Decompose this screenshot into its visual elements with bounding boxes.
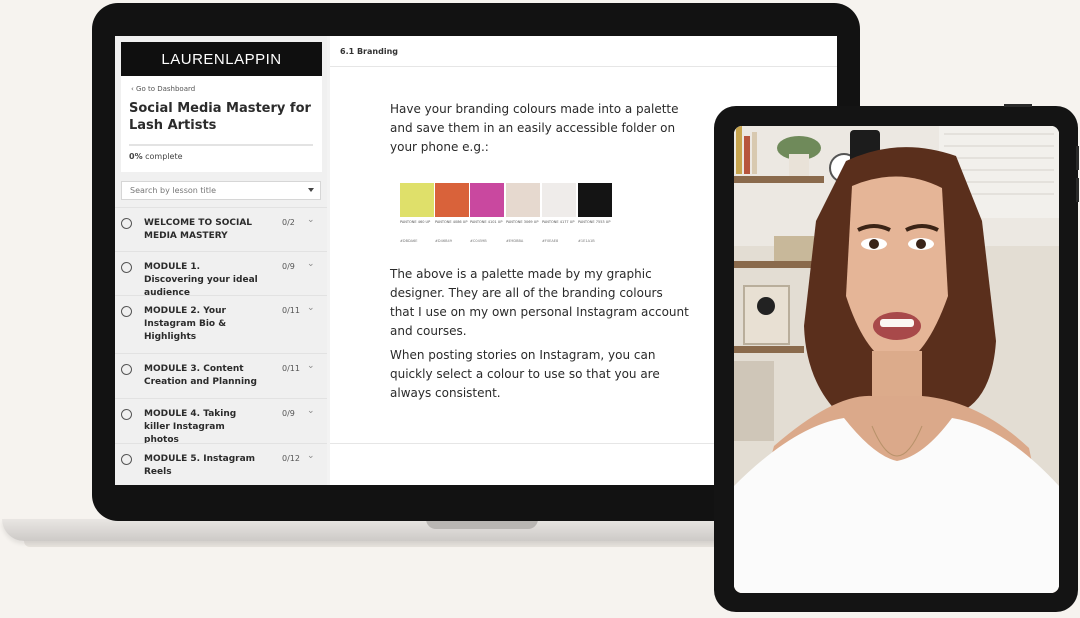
status-circle-icon xyxy=(121,306,132,317)
status-circle-icon xyxy=(121,262,132,273)
lesson-breadcrumb: 6.1 Branding xyxy=(340,47,398,56)
swatch-label: PANTONE 4101 UP xyxy=(470,220,503,224)
swatch-hex: #E9DBBA xyxy=(506,239,524,243)
swatch-hex: #D46B49 xyxy=(435,239,452,243)
progress-percent: 0% xyxy=(129,152,143,161)
module-title: MODULE 5. Instagram Reels xyxy=(144,454,256,477)
module-item[interactable]: WELCOME TO SOCIAL MEDIA MASTERY 0/2 ⌄ xyxy=(115,207,327,252)
brand-logo[interactable]: LAURENLAPPIN xyxy=(121,42,322,76)
chevron-down-icon[interactable]: ⌄ xyxy=(307,406,315,416)
tablet-side-button xyxy=(1076,178,1079,202)
palette-swatch xyxy=(578,183,612,217)
status-circle-icon xyxy=(121,454,132,465)
status-circle-icon xyxy=(121,409,132,420)
module-count: 0/9 xyxy=(282,409,295,418)
course-sidebar: LAURENLAPPIN ‹ Go to Dashboard Social Me… xyxy=(115,36,327,485)
module-title: MODULE 2. Your Instagram Bio & Highlight… xyxy=(144,306,227,342)
chevron-down-icon[interactable]: ⌄ xyxy=(307,361,315,371)
tablet-side-button xyxy=(1076,146,1079,170)
module-item[interactable]: MODULE 5. Instagram Reels 0/12 ⌄ xyxy=(115,443,327,485)
swatch-label: PANTONE 4086 UP xyxy=(435,220,468,224)
caret-down-icon[interactable] xyxy=(308,188,314,192)
progress-bar xyxy=(129,144,313,146)
lesson-paragraph: When posting stories on Instagram, you c… xyxy=(390,348,660,400)
lesson-paragraph: The above is a palette made by my graphi… xyxy=(390,267,689,338)
module-count: 0/9 xyxy=(282,262,295,271)
swatch-label: PANTONE 4177 UP xyxy=(542,220,575,224)
module-title: WELCOME TO SOCIAL MEDIA MASTERY xyxy=(144,218,253,241)
module-item[interactable]: MODULE 3. Content Creation and Planning … xyxy=(115,353,327,399)
module-title: MODULE 3. Content Creation and Planning xyxy=(144,364,257,387)
course-card: ‹ Go to Dashboard Social Media Mastery f… xyxy=(121,76,322,172)
module-item[interactable]: MODULE 1. Discovering your ideal audienc… xyxy=(115,251,327,298)
chevron-down-icon[interactable]: ⌄ xyxy=(307,215,315,225)
status-circle-icon xyxy=(121,364,132,375)
swatch-hex: #F0EAE8 xyxy=(542,239,559,243)
chevron-down-icon[interactable]: ⌄ xyxy=(307,451,315,461)
module-count: 0/2 xyxy=(282,218,295,227)
swatch-label: PANTONE 3069 UP xyxy=(506,220,539,224)
palette-swatch xyxy=(470,183,504,217)
swatch-hex: #1E1A1B xyxy=(578,239,595,243)
search-placeholder: Search by lesson title xyxy=(130,186,217,195)
module-count: 0/11 xyxy=(282,306,300,315)
tablet-frame xyxy=(714,104,1079,612)
lesson-header: 6.1 Branding xyxy=(330,36,837,67)
tablet-top-button xyxy=(1004,104,1032,107)
progress-suffix: complete xyxy=(142,152,183,161)
palette-swatch xyxy=(542,183,576,217)
progress-text: 0% complete xyxy=(129,152,183,161)
swatch-label: PANTONE 460 UP xyxy=(400,220,431,224)
palette-swatch xyxy=(400,183,434,217)
module-item[interactable]: MODULE 2. Your Instagram Bio & Highlight… xyxy=(115,295,327,354)
presenter-video[interactable] xyxy=(734,126,1059,593)
status-circle-icon xyxy=(121,218,132,229)
module-count: 0/12 xyxy=(282,454,300,463)
chevron-down-icon[interactable]: ⌄ xyxy=(307,259,315,269)
presenter-video-frame xyxy=(734,126,1059,593)
palette-swatch xyxy=(435,183,469,217)
lesson-search-input[interactable]: Search by lesson title xyxy=(121,181,321,200)
lesson-paragraph: Have your branding colours made into a p… xyxy=(390,102,679,154)
module-title: MODULE 4. Taking killer Instagram photos xyxy=(144,409,237,445)
module-item[interactable]: MODULE 4. Taking killer Instagram photos… xyxy=(115,398,327,445)
chevron-down-icon[interactable]: ⌄ xyxy=(307,303,315,313)
palette-swatch xyxy=(506,183,540,217)
back-to-dashboard-link[interactable]: ‹ Go to Dashboard xyxy=(131,85,195,93)
swatch-label: PANTONE 7553 UP xyxy=(578,220,611,224)
swatch-hex: #DBDA6E xyxy=(400,239,418,243)
module-count: 0/11 xyxy=(282,364,300,373)
swatch-hex: #C0459B xyxy=(470,239,487,243)
course-title: Social Media Mastery for Lash Artists xyxy=(129,101,311,133)
